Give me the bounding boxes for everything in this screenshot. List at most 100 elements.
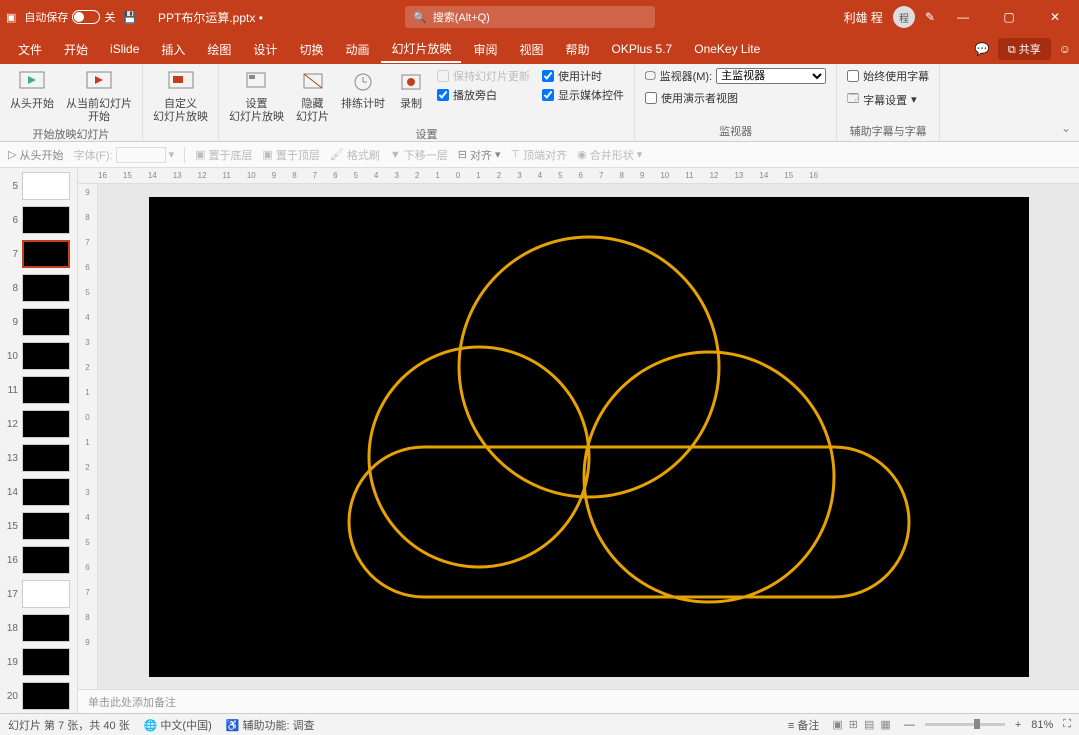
view-buttons[interactable]: ▣⊞▤▦ — [829, 718, 893, 731]
play-current-icon — [85, 68, 113, 96]
tab-insert[interactable]: 插入 — [151, 37, 195, 62]
slide-thumbnail[interactable] — [22, 240, 70, 268]
keep-updated-checkbox[interactable]: 保持幻灯片更新 — [437, 68, 530, 84]
from-beginning-button[interactable]: 从头开始 — [10, 68, 54, 111]
slide-thumbnail[interactable] — [22, 172, 70, 200]
slide-thumbnail[interactable] — [22, 274, 70, 302]
tab-onekey[interactable]: OneKey Lite — [684, 38, 770, 60]
slide-thumbnail[interactable] — [22, 206, 70, 234]
setup-slideshow-button[interactable]: 设置 幻灯片放映 — [229, 68, 284, 124]
merge-shapes-button[interactable]: ◉合并形状 ▾ — [577, 147, 642, 163]
notes-toggle[interactable]: ≡ 备注 — [788, 717, 819, 733]
thumb-number: 7 — [6, 249, 18, 260]
language-button[interactable]: 🌐 中文(中国) — [144, 717, 212, 733]
font-dropdown[interactable]: 字体(F):▾ — [73, 147, 174, 163]
slide-thumbnail[interactable] — [22, 478, 70, 506]
zoom-level[interactable]: 81% — [1031, 719, 1053, 731]
mic-icon[interactable]: ✎ — [925, 10, 935, 24]
fit-window-icon[interactable]: ⛶ — [1063, 718, 1071, 731]
app-icon: ▣ — [6, 11, 16, 24]
front-icon: ▣ — [263, 148, 273, 161]
brush-icon: 🖌 — [330, 148, 344, 161]
hide-icon — [299, 68, 327, 96]
avatar[interactable]: 程 — [893, 6, 915, 28]
top-align-button[interactable]: ⊤顶端对齐 — [511, 147, 568, 163]
autosave-toggle[interactable]: 自动保存 关 — [24, 9, 115, 25]
group-label: 开始放映幻灯片 — [10, 126, 132, 142]
narration-checkbox[interactable]: 播放旁白 — [437, 87, 530, 103]
format-painter-button[interactable]: 🖌格式刷 — [330, 147, 380, 163]
tab-islide[interactable]: iSlide — [100, 38, 149, 60]
slide-thumbnail[interactable] — [22, 308, 70, 336]
tab-design[interactable]: 设计 — [243, 37, 287, 62]
share-button[interactable]: ⧉ 共享 — [998, 38, 1051, 60]
close-button[interactable]: ✕ — [1037, 3, 1073, 31]
search-input[interactable]: 🔍 搜索(Alt+Q) — [405, 6, 655, 28]
tab-draw[interactable]: 绘图 — [197, 37, 241, 62]
accessibility-button[interactable]: ♿ 辅助功能: 调查 — [226, 717, 315, 733]
tab-slideshow[interactable]: 幻灯片放映 — [381, 36, 461, 63]
tab-view[interactable]: 视图 — [510, 37, 554, 62]
zoom-out-button[interactable]: — — [904, 719, 915, 731]
merge-icon: ◉ — [577, 148, 587, 161]
slide-thumbnail[interactable] — [22, 614, 70, 642]
slide-thumbnail[interactable] — [22, 342, 70, 370]
record-button[interactable]: 录制 — [397, 68, 425, 111]
record-icon — [397, 68, 425, 96]
slide-thumbnail[interactable] — [22, 512, 70, 540]
subtitle-settings-button[interactable]: 🗔字幕设置 ▾ — [847, 90, 929, 109]
tab-transition[interactable]: 切换 — [289, 37, 333, 62]
tab-help[interactable]: 帮助 — [556, 37, 600, 62]
notes-pane[interactable]: 单击此处添加备注 — [78, 689, 1079, 713]
presenter-view-checkbox[interactable]: 使用演示者视图 — [645, 90, 826, 106]
monitor-select[interactable]: 主监视器 — [716, 68, 826, 84]
tab-file[interactable]: 文件 — [8, 37, 52, 62]
slide-counter: 幻灯片 第 7 张，共 40 张 — [8, 717, 130, 733]
always-subtitle-checkbox[interactable]: 始终使用字幕 — [847, 68, 929, 84]
align-button[interactable]: ⊟对齐 ▾ — [458, 147, 501, 163]
tab-animation[interactable]: 动画 — [335, 37, 379, 62]
monitor-icon: 🖵 — [645, 70, 656, 83]
slide-thumbnail[interactable] — [22, 444, 70, 472]
thumbnail-panel[interactable]: 56789101112131415161718192021 — [0, 168, 78, 713]
slide-thumbnail[interactable] — [22, 410, 70, 438]
use-timings-checkbox[interactable]: 使用计时 — [542, 68, 624, 84]
bring-front-button[interactable]: ▣置于顶层 — [263, 147, 320, 163]
group-label: 监视器 — [645, 123, 826, 139]
move-down-button[interactable]: ▼下移一层 — [390, 147, 448, 163]
thumb-number: 8 — [6, 283, 18, 294]
slide-thumbnail[interactable] — [22, 648, 70, 676]
media-controls-checkbox[interactable]: 显示媒体控件 — [542, 87, 624, 103]
minimize-button[interactable]: — — [945, 3, 981, 31]
tab-okplus[interactable]: OKPlus 5.7 — [602, 38, 683, 60]
slide-thumbnail[interactable] — [22, 376, 70, 404]
save-icon[interactable]: 💾 — [123, 11, 137, 24]
ruler-horizontal: 1615141312111098765432101234567891011121… — [78, 168, 1079, 184]
thumb-number: 19 — [6, 657, 18, 668]
ruler-vertical: 9876543210123456789 — [78, 184, 98, 689]
hide-slide-button[interactable]: 隐藏 幻灯片 — [296, 68, 329, 124]
tab-review[interactable]: 审阅 — [463, 37, 507, 62]
custom-show-icon — [167, 68, 195, 96]
comment-icon[interactable]: 💬 — [975, 42, 990, 56]
maximize-button[interactable]: ▢ — [991, 3, 1027, 31]
thumb-number: 16 — [6, 555, 18, 566]
from-current-button[interactable]: 从当前幻灯片 开始 — [66, 68, 132, 124]
play-from-start-button[interactable]: ▷从头开始 — [8, 147, 63, 163]
slide-thumbnail[interactable] — [22, 682, 70, 710]
title-bar: ▣ 自动保存 关 💾 PPT布尔运算.pptx • 🔍 搜索(Alt+Q) 利雄… — [0, 0, 1079, 34]
slide-thumbnail[interactable] — [22, 546, 70, 574]
slide-canvas[interactable] — [98, 184, 1079, 689]
thumb-number: 6 — [6, 215, 18, 226]
zoom-in-button[interactable]: + — [1015, 719, 1021, 731]
slide-thumbnail[interactable] — [22, 580, 70, 608]
zoom-slider[interactable] — [925, 723, 1005, 726]
send-back-button[interactable]: ▣置于底层 — [195, 147, 252, 163]
custom-show-button[interactable]: 自定义 幻灯片放映 — [153, 68, 208, 124]
tab-home[interactable]: 开始 — [54, 37, 98, 62]
smile-icon[interactable]: ☺ — [1059, 42, 1071, 56]
topalign-icon: ⊤ — [511, 148, 521, 161]
rehearse-button[interactable]: 排练计时 — [341, 68, 385, 111]
collapse-ribbon-icon[interactable]: ⌄ — [1061, 121, 1071, 135]
slide[interactable] — [149, 197, 1029, 677]
